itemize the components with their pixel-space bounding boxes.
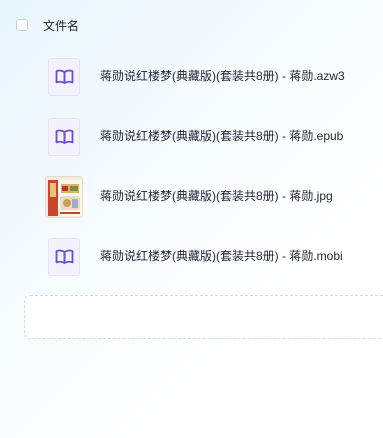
file-name: 蒋勋说红楼梦(典藏版)(套装共8册) - 蒋勋.jpg [100, 189, 333, 203]
file-row[interactable]: 蒋勋说红楼梦(典藏版)(套装共8册) - 蒋勋.jpg [0, 166, 383, 226]
image-thumbnail [45, 176, 83, 218]
book-icon [48, 58, 80, 96]
filename-column-header: 文件名 [43, 19, 80, 33]
file-row[interactable]: 蒋勋说红楼梦(典藏版)(套装共8册) - 蒋勋.mobi [0, 226, 383, 286]
select-all-checkbox[interactable] [16, 19, 28, 31]
file-name: 蒋勋说红楼梦(典藏版)(套装共8册) - 蒋勋.azw3 [100, 69, 345, 83]
file-list: 蒋勋说红楼梦(典藏版)(套装共8册) - 蒋勋.azw3 蒋勋说红楼梦(典藏版)… [0, 46, 383, 286]
book-icon [48, 118, 80, 156]
file-row[interactable]: 蒋勋说红楼梦(典藏版)(套装共8册) - 蒋勋.azw3 [0, 46, 383, 106]
file-name: 蒋勋说红楼梦(典藏版)(套装共8册) - 蒋勋.epub [100, 129, 344, 143]
book-icon [48, 238, 80, 276]
file-list-header: 文件名 [0, 0, 383, 52]
upload-dropzone[interactable] [24, 295, 383, 339]
file-row[interactable]: 蒋勋说红楼梦(典藏版)(套装共8册) - 蒋勋.epub [0, 106, 383, 166]
file-name: 蒋勋说红楼梦(典藏版)(套装共8册) - 蒋勋.mobi [100, 249, 343, 263]
